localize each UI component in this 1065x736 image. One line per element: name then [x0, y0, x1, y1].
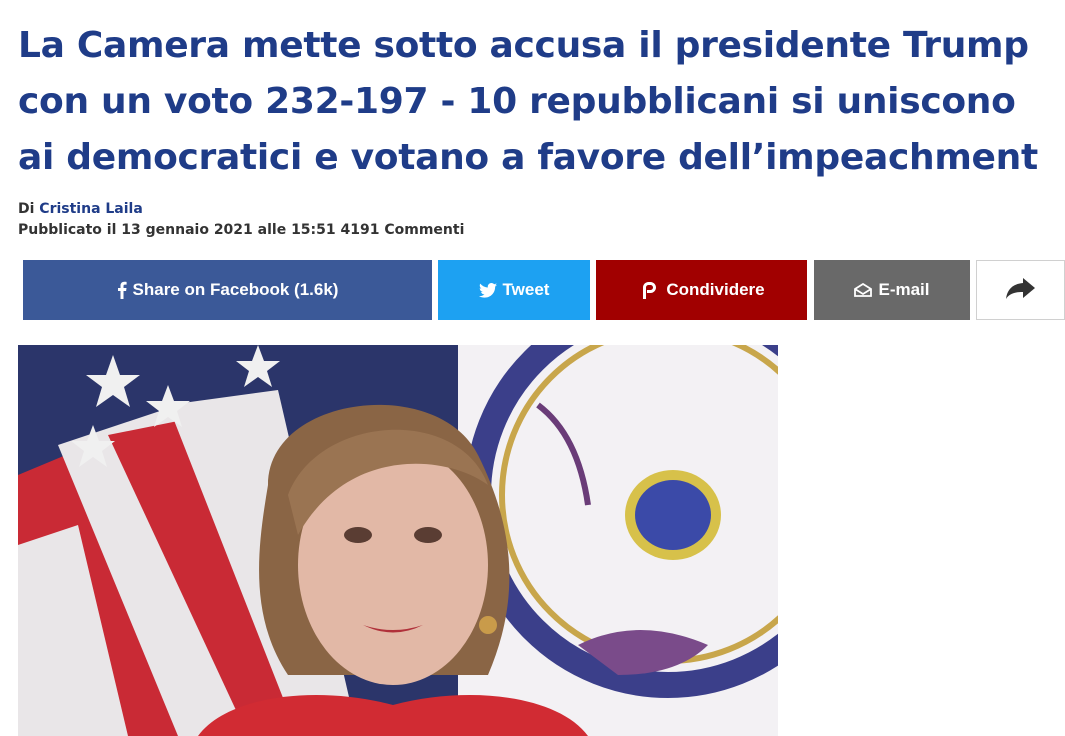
- parler-share-button[interactable]: Condividere: [596, 260, 807, 320]
- tweet-button[interactable]: Tweet: [438, 260, 590, 320]
- share-arrow-icon: [1005, 276, 1037, 305]
- author-line: Di Cristina Laila: [18, 199, 464, 220]
- share-bar: Share on Facebook (1.6k) Tweet Condivide…: [0, 260, 1065, 320]
- parler-icon: [638, 279, 660, 301]
- twitter-bird-icon: [478, 282, 497, 298]
- share-facebook-button[interactable]: Share on Facebook (1.6k): [23, 260, 432, 320]
- author-link[interactable]: Cristina Laila: [39, 201, 143, 217]
- article-hero-image: [18, 345, 778, 736]
- share-facebook-label: Share on Facebook (1.6k): [132, 280, 339, 299]
- publish-info: Pubblicato il 13 gennaio 2021 alle 15:51…: [18, 222, 465, 238]
- envelope-icon: [854, 283, 873, 297]
- more-share-button[interactable]: [976, 260, 1065, 320]
- article-headline: La Camera mette sotto accusa il presiden…: [18, 25, 1038, 178]
- email-share-button[interactable]: E-mail: [814, 260, 970, 320]
- parler-share-label: Condividere: [666, 280, 765, 299]
- byline-prefix: Di: [18, 201, 35, 217]
- facebook-icon: [117, 281, 127, 299]
- byline: Di Cristina Laila Pubblicato il 13 genna…: [18, 199, 464, 241]
- hero-illustration: [18, 345, 778, 736]
- tweet-label: Tweet: [502, 280, 550, 299]
- email-share-label: E-mail: [878, 280, 930, 299]
